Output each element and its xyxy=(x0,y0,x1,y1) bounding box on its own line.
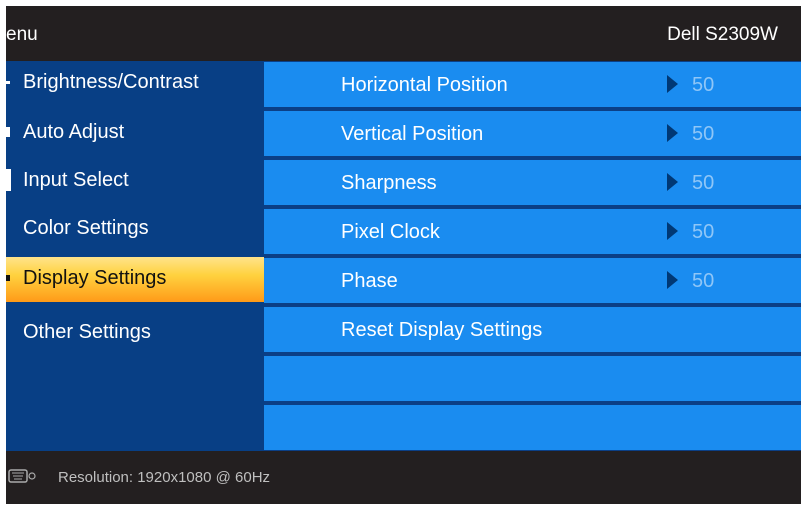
setting-label: Vertical Position xyxy=(341,123,484,145)
setting-pixel-clock[interactable]: Pixel Clock 50 xyxy=(264,209,801,254)
setting-value: 50 xyxy=(692,123,715,145)
setting-value: 50 xyxy=(692,74,715,96)
resolution-status: Resolution: 1920x1080 @ 60Hz xyxy=(58,469,271,486)
osd-header: enu Dell S2309W xyxy=(6,6,801,61)
menu-item-label: Auto Adjust xyxy=(23,121,125,143)
arrow-right-icon xyxy=(667,271,678,289)
display-settings-submenu: Horizontal Position 50 Vertical Position… xyxy=(264,61,801,451)
setting-phase[interactable]: Phase 50 xyxy=(264,258,801,303)
setting-value: 50 xyxy=(692,270,715,292)
empty-row xyxy=(264,356,801,401)
display-settings-icon xyxy=(6,275,10,281)
setting-vertical-position[interactable]: Vertical Position 50 xyxy=(264,111,801,156)
setting-value: 50 xyxy=(692,221,715,243)
menu-item-label: Brightness/Contrast xyxy=(23,71,199,93)
brightness-icon xyxy=(6,81,10,84)
auto-adjust-icon xyxy=(6,127,10,137)
setting-label: Sharpness xyxy=(341,172,437,194)
setting-label: Reset Display Settings xyxy=(341,319,543,341)
main-menu: Brightness/Contrast Auto Adjust Input Se… xyxy=(6,61,264,451)
setting-reset-display-settings[interactable]: Reset Display Settings xyxy=(264,307,801,352)
menu-item-label: Display Settings xyxy=(23,267,167,289)
vga-connector-icon xyxy=(8,469,36,483)
menu-item-auto-adjust[interactable]: Auto Adjust xyxy=(6,111,264,156)
osd-window: enu Dell S2309W Brightness/Contrast Auto… xyxy=(6,6,801,504)
menu-item-color-settings[interactable]: Color Settings xyxy=(6,207,264,252)
arrow-right-icon xyxy=(667,173,678,191)
arrow-right-icon xyxy=(667,75,678,93)
menu-item-label: Other Settings xyxy=(23,321,151,343)
menu-item-display-settings[interactable]: Display Settings xyxy=(6,257,264,302)
osd-footer: Resolution: 1920x1080 @ 60Hz xyxy=(6,451,801,504)
setting-value: 50 xyxy=(692,172,715,194)
menu-item-label: Input Select xyxy=(23,169,129,191)
menu-item-input-select[interactable]: Input Select xyxy=(6,159,264,204)
setting-sharpness[interactable]: Sharpness 50 xyxy=(264,160,801,205)
menu-item-other-settings[interactable]: Other Settings xyxy=(6,311,264,356)
setting-label: Pixel Clock xyxy=(341,221,440,243)
menu-item-brightness-contrast[interactable]: Brightness/Contrast xyxy=(6,61,264,106)
empty-row xyxy=(264,405,801,450)
menu-item-label: Color Settings xyxy=(23,217,149,239)
setting-label: Phase xyxy=(341,270,398,292)
menu-title: enu xyxy=(6,24,38,45)
monitor-model: Dell S2309W xyxy=(667,24,778,45)
setting-label: Horizontal Position xyxy=(341,74,508,96)
setting-horizontal-position[interactable]: Horizontal Position 50 xyxy=(264,62,801,107)
arrow-right-icon xyxy=(667,222,678,240)
input-select-icon xyxy=(6,169,11,191)
arrow-right-icon xyxy=(667,124,678,142)
